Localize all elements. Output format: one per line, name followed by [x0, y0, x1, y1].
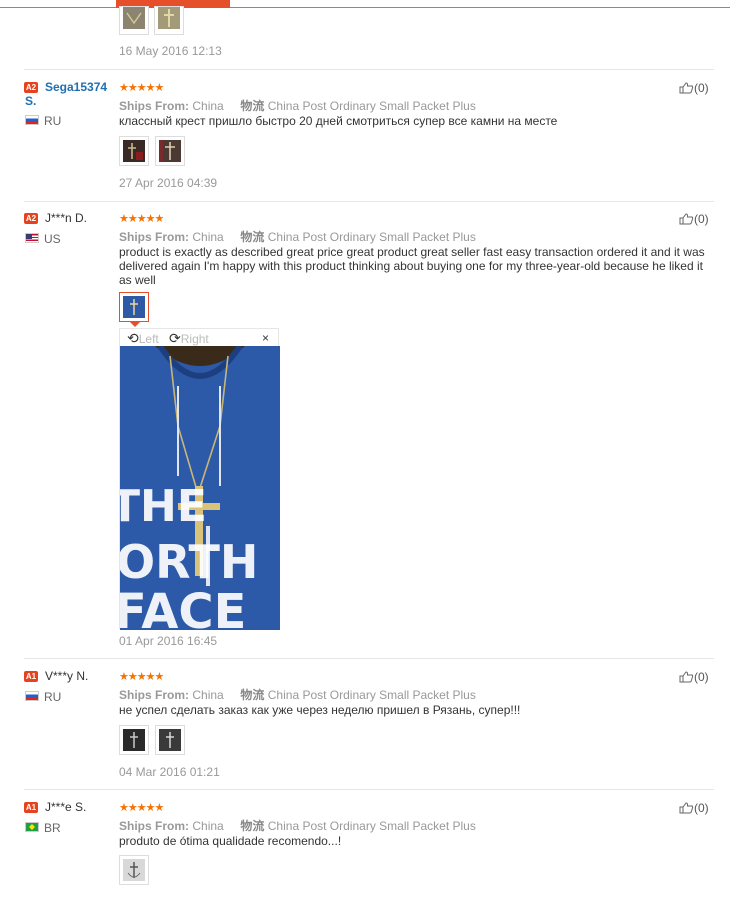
review-text: product is exactly as described great pr…: [119, 245, 705, 287]
ships-from-country: China: [192, 688, 224, 702]
close-icon[interactable]: ×: [262, 331, 269, 345]
review-date: 04 Mar 2016 01:21: [119, 765, 220, 779]
helpful-count: (0): [694, 81, 709, 95]
review-date: 27 Apr 2016 04:39: [119, 176, 218, 190]
usa-flag-icon: [25, 233, 39, 243]
russia-flag-icon: [25, 115, 39, 125]
ships-from-label: Ships From:: [119, 819, 190, 833]
review-divider: [24, 69, 714, 70]
review-text: не успел сделать заказ как уже через нед…: [119, 703, 521, 717]
review-date: 16 May 2016 12:13: [119, 44, 222, 58]
review-photo-thumbnail-selected[interactable]: [119, 292, 149, 322]
photo-viewer: ⟲Left ⟳Right × THE ORTH FACE: [119, 328, 280, 630]
ships-from-label: Ships From:: [119, 688, 190, 702]
review-photo-large: THE ORTH FACE: [120, 346, 280, 630]
photo-hoodie-text: THE: [120, 481, 207, 532]
rating-stars: ★★★★★: [119, 213, 164, 225]
rotate-right-label: Right: [180, 332, 209, 346]
review-photo-thumbnail[interactable]: [119, 855, 149, 885]
thumbs-up-icon: [679, 82, 694, 94]
helpful-button[interactable]: (0): [679, 670, 709, 684]
top-border: [0, 7, 730, 8]
shipping-method: China Post Ordinary Small Packet Plus: [267, 230, 476, 244]
shipping-info: Ships From: China 物流 China Post Ordinary…: [119, 228, 476, 245]
buyer-country: RU: [44, 690, 62, 704]
review-text: классный крест пришло быстро 20 дней смо…: [119, 114, 558, 128]
buyer-name: J***e S.: [45, 800, 87, 814]
buyer-level-badge: A1: [24, 671, 38, 682]
ships-from-label: Ships From:: [119, 99, 190, 113]
shipping-info: Ships From: China 物流 China Post Ordinary…: [119, 686, 476, 703]
photo-hoodie-text: ORTH: [120, 535, 258, 589]
photo-hoodie-text: FACE: [120, 584, 246, 630]
logistics-icon: 物流: [240, 819, 265, 833]
buyer-country: BR: [44, 821, 61, 835]
review-photo-thumbnail[interactable]: [154, 6, 184, 35]
ships-from-label: Ships From:: [119, 230, 190, 244]
selected-photo-pointer: [130, 322, 140, 327]
review-text: produto de ótima qualidade recomendo...!: [119, 834, 342, 848]
buyer-level-badge: A1: [24, 802, 38, 813]
buyer-name: J***n D.: [45, 211, 88, 225]
thumbs-up-icon: [679, 802, 694, 814]
russia-flag-icon: [25, 691, 39, 701]
review-photo-thumbnail[interactable]: [155, 725, 185, 755]
review-photo-thumbnail[interactable]: [119, 725, 149, 755]
logistics-icon: 物流: [240, 688, 265, 702]
ships-from-country: China: [192, 230, 224, 244]
buyer-level-badge: A2: [24, 213, 38, 224]
shipping-method: China Post Ordinary Small Packet Plus: [267, 688, 476, 702]
rotate-left-label: Left: [138, 332, 159, 346]
review-photo-thumbnail[interactable]: [119, 136, 149, 166]
review-divider: [24, 658, 714, 659]
shipping-method: China Post Ordinary Small Packet Plus: [267, 99, 476, 113]
review-divider: [24, 201, 714, 202]
review-divider: [24, 789, 714, 790]
shipping-info: Ships From: China 物流 China Post Ordinary…: [119, 817, 476, 834]
helpful-count: (0): [694, 670, 709, 684]
rotate-right-button[interactable]: ⟳Right: [169, 330, 209, 347]
rating-stars: ★★★★★: [119, 802, 164, 814]
brazil-flag-icon: [25, 822, 39, 832]
ships-from-country: China: [192, 99, 224, 113]
photo-viewer-toolbar: ⟲Left ⟳Right ×: [120, 329, 280, 346]
buyer-name: V***y N.: [45, 669, 89, 683]
buyer-name-continued[interactable]: S.: [25, 94, 36, 108]
helpful-count: (0): [694, 212, 709, 226]
shipping-info: Ships From: China 物流 China Post Ordinary…: [119, 97, 476, 114]
helpful-count: (0): [694, 801, 709, 815]
thumbs-up-icon: [679, 671, 694, 683]
rotate-left-button[interactable]: ⟲Left: [127, 330, 159, 347]
helpful-button[interactable]: (0): [679, 801, 709, 815]
buyer-country: RU: [44, 114, 62, 128]
logistics-icon: 物流: [240, 99, 265, 113]
shipping-method: China Post Ordinary Small Packet Plus: [267, 819, 476, 833]
rating-stars: ★★★★★: [119, 671, 164, 683]
logistics-icon: 物流: [240, 230, 265, 244]
rating-stars: ★★★★★: [119, 82, 164, 94]
review-photo-thumbnail[interactable]: [119, 6, 149, 35]
review-date: 01 Apr 2016 16:45: [119, 634, 218, 648]
buyer-country: US: [44, 232, 61, 246]
rotate-right-icon: ⟳: [169, 330, 181, 346]
helpful-button[interactable]: (0): [679, 81, 709, 95]
thumbs-up-icon: [679, 213, 694, 225]
helpful-button[interactable]: (0): [679, 212, 709, 226]
review-photo-thumbnail[interactable]: [155, 136, 185, 166]
rotate-left-icon: ⟲: [127, 330, 139, 346]
buyer-name[interactable]: Sega15374: [45, 80, 107, 94]
ships-from-country: China: [192, 819, 224, 833]
buyer-level-badge: A2: [24, 82, 38, 93]
